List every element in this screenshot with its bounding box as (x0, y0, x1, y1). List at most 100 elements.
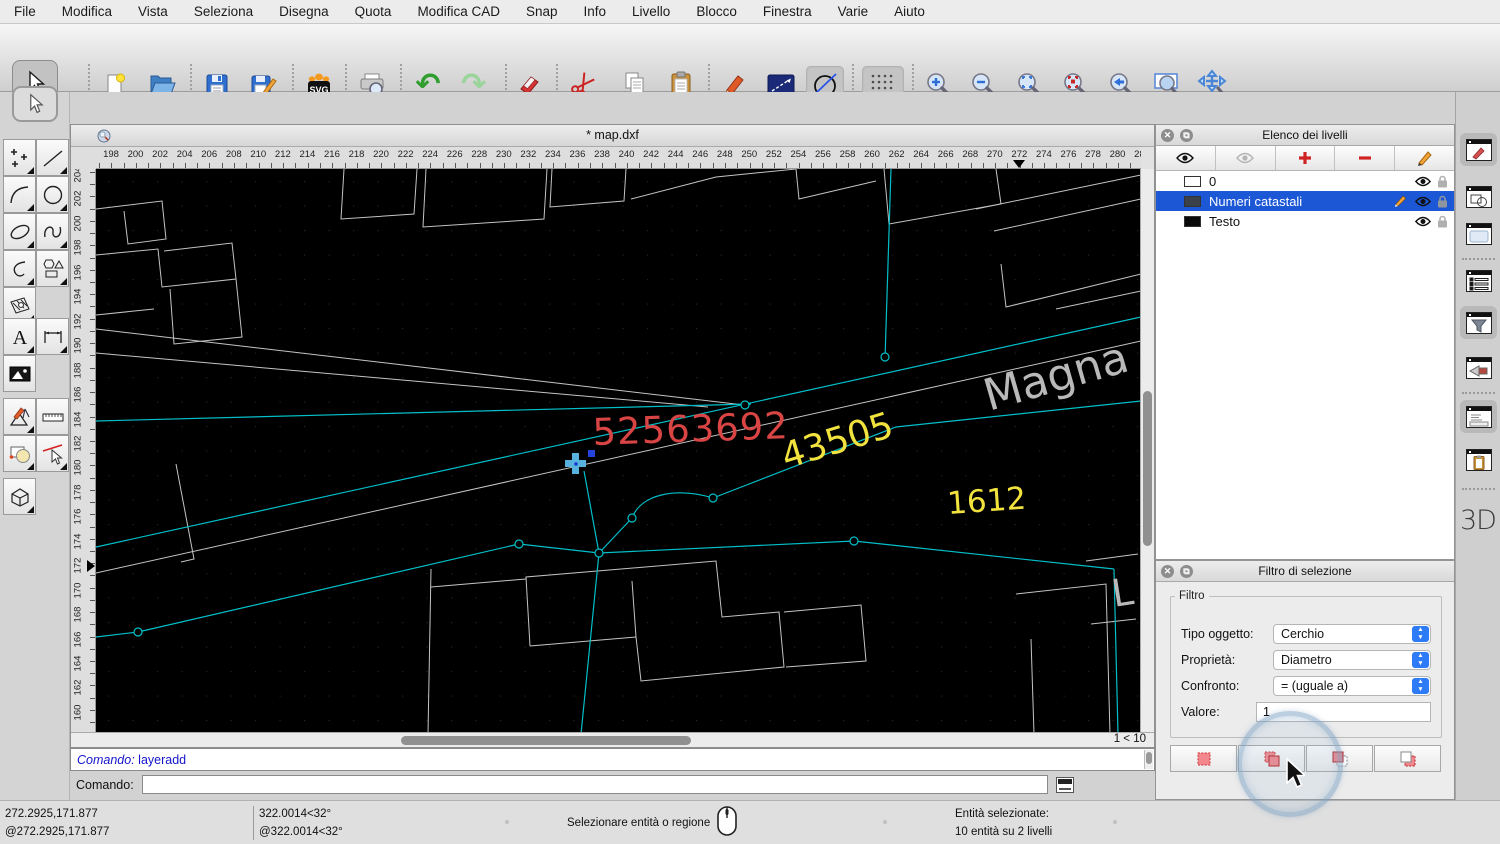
palette-arc-tool[interactable] (3, 176, 36, 213)
hruler-number: 242 (639, 149, 663, 160)
palette-construction-tool[interactable] (3, 398, 36, 435)
hruler-number: 198 (99, 149, 123, 160)
selection-filter-panel-button[interactable] (1460, 306, 1497, 339)
menu-livello[interactable]: Livello (632, 4, 670, 19)
hscroll-thumb[interactable] (401, 736, 691, 745)
layers-list-panel-button[interactable] (1460, 264, 1497, 297)
layer-color-swatch[interactable] (1184, 176, 1201, 187)
canvas-vertical-scrollbar[interactable] (1140, 169, 1154, 734)
filter-select-3[interactable]: = (uguale a)▲▼ (1273, 676, 1431, 696)
eye-icon[interactable] (1415, 176, 1431, 187)
hruler-number: 264 (909, 149, 933, 160)
shapes-panel-button[interactable] (1460, 180, 1497, 213)
palette-line-tool[interactable] (36, 139, 69, 176)
menu-seleziona[interactable]: Seleziona (194, 4, 253, 19)
filter-field-label: Valore: (1181, 705, 1256, 719)
command-log-panel-button[interactable] (1460, 400, 1497, 433)
select-stepper-icon[interactable]: ▲▼ (1412, 626, 1429, 642)
canvas-horizontal-scrollbar[interactable]: 1 < 10 (71, 732, 1154, 747)
palette-3d-box-tool[interactable] (3, 478, 36, 515)
menu-file[interactable]: File (14, 4, 36, 19)
vruler-number: 176 (73, 505, 84, 529)
palette-dimension-tool[interactable] (36, 318, 69, 355)
menu-modifica[interactable]: Modifica (62, 4, 112, 19)
hruler-number: 266 (934, 149, 958, 160)
history-scrollbar[interactable] (1144, 750, 1153, 769)
palette-image-tool[interactable] (3, 355, 36, 392)
projection-panel-button[interactable] (1460, 351, 1497, 384)
pen-settings-panel-button[interactable] (1460, 133, 1497, 166)
palette-ruler-tool[interactable] (36, 398, 69, 435)
svg-text:A: A (12, 327, 27, 349)
layer-edit-button[interactable] (1395, 146, 1454, 170)
eye-icon[interactable] (1415, 216, 1431, 227)
vruler-number: 172 (73, 554, 84, 578)
palette-polygons-tool[interactable] (36, 250, 69, 287)
palette-points-tool[interactable] (3, 139, 36, 176)
menu-modifica-cad[interactable]: Modifica CAD (417, 4, 500, 19)
layers-panel-icon (1466, 270, 1492, 292)
menu-info[interactable]: Info (584, 4, 607, 19)
layer-visible-button[interactable] (1156, 146, 1216, 170)
layer-color-swatch[interactable] (1184, 216, 1201, 227)
vscroll-thumb[interactable] (1143, 391, 1152, 546)
ruler-corner (71, 147, 96, 169)
menu-vista[interactable]: Vista (138, 4, 168, 19)
document-title: * map.dxf (71, 128, 1154, 142)
layer-remove-button[interactable] (1335, 146, 1395, 170)
filter-select-all-button[interactable] (1170, 745, 1237, 772)
hruler-number: 252 (762, 149, 786, 160)
select-stepper-icon[interactable]: ▲▼ (1412, 678, 1429, 694)
menu-disegna[interactable]: Disegna (279, 4, 329, 19)
command-console-icon[interactable] (1056, 777, 1074, 793)
menu-blocco[interactable]: Blocco (696, 4, 737, 19)
palette-trim-tool[interactable] (36, 435, 69, 472)
3d-mode-button[interactable]: 3D (1460, 505, 1496, 536)
hruler-number: 220 (369, 149, 393, 160)
layer-hidden-button[interactable] (1216, 146, 1276, 170)
palette-curve-tool[interactable] (3, 250, 36, 287)
lock-icon[interactable] (1437, 175, 1448, 188)
menu-finestra[interactable]: Finestra (763, 4, 812, 19)
filter-panel-header: ✕ ⧉ Filtro di selezione (1156, 561, 1454, 582)
palette-spline-tool[interactable] (36, 213, 69, 250)
menu-varie[interactable]: Varie (838, 4, 869, 19)
lock-icon[interactable] (1437, 215, 1448, 228)
menu-snap[interactable]: Snap (526, 4, 558, 19)
command-log-panel-icon (1466, 406, 1492, 428)
layer-add-button[interactable] (1276, 146, 1336, 170)
hruler-number: 216 (320, 149, 344, 160)
blank-panel-button[interactable] (1460, 217, 1497, 250)
hruler-number: 230 (492, 149, 516, 160)
palette-select-button[interactable] (12, 86, 58, 122)
drawing-canvas[interactable]: 52563692 43505 1612 Magna A L (96, 169, 1141, 734)
palette-boolean-tool[interactable] (3, 435, 36, 472)
layers-panel-title: Elenco dei livelli (1156, 128, 1454, 142)
vruler-number: 192 (73, 309, 84, 333)
layer-row-testo[interactable]: Testo (1156, 211, 1454, 231)
layer-row-0[interactable]: 0 (1156, 171, 1454, 191)
menu-quota[interactable]: Quota (355, 4, 392, 19)
polygons-icon (41, 257, 65, 281)
cad-application: { "app": { "menu": ["File","Modifica","V… (0, 0, 1500, 844)
palette-circle-tool[interactable] (36, 176, 69, 213)
drawing-window-header[interactable]: * map.dxf (71, 125, 1154, 147)
filter-field-label: Proprietà: (1181, 653, 1273, 667)
menu-aiuto[interactable]: Aiuto (894, 4, 925, 19)
hruler-number: 244 (664, 149, 688, 160)
clipboard-panel-button[interactable] (1460, 443, 1497, 476)
palette-ellipse-tool[interactable] (3, 213, 36, 250)
lock-icon[interactable] (1437, 195, 1448, 208)
palette-text-tool[interactable]: A (3, 318, 36, 355)
layer-row-numeri-catastali[interactable]: Numeri catastali (1156, 191, 1454, 211)
select-stepper-icon[interactable]: ▲▼ (1412, 652, 1429, 668)
layer-color-swatch[interactable] (1184, 196, 1201, 207)
filter-intersect-selection-button[interactable] (1374, 745, 1441, 772)
command-input[interactable] (142, 775, 1048, 794)
filter-select-2[interactable]: Diametro▲▼ (1273, 650, 1431, 670)
projector-panel-icon (1466, 357, 1492, 379)
eye-icon[interactable] (1415, 196, 1431, 207)
mouse-icon (716, 805, 738, 837)
filter-select-1[interactable]: Cerchio▲▼ (1273, 624, 1431, 644)
selection-count-detail: 10 entità su 2 livelli (955, 826, 1052, 838)
